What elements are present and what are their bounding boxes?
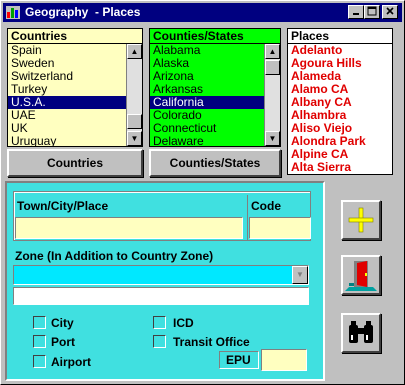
code-input[interactable] [249, 217, 311, 239]
close-icon [386, 7, 394, 15]
window-title: Geography - Places [25, 5, 141, 19]
states-scrollbar[interactable]: ▲ ▼ [264, 44, 280, 146]
exit-button[interactable] [341, 255, 381, 295]
epu-label: EPU [226, 353, 251, 367]
search-button[interactable] [341, 313, 381, 353]
icd-label: ICD [173, 316, 194, 330]
list-item[interactable]: Uruguay [8, 135, 126, 147]
exit-door-icon [345, 261, 377, 291]
scroll-down-icon[interactable]: ▼ [127, 131, 142, 146]
close-button[interactable] [382, 5, 398, 19]
scroll-up-icon[interactable]: ▲ [127, 44, 142, 59]
chevron-down-icon[interactable]: ▼ [292, 266, 308, 284]
place-details-panel: Town/City/Place Code Zone (In Addition t… [5, 181, 325, 381]
add-button[interactable] [341, 200, 381, 240]
maximize-icon [367, 6, 377, 16]
icd-checkbox[interactable] [153, 316, 166, 329]
title-bar: Geography - Places [3, 3, 402, 22]
maximize-button[interactable] [364, 5, 380, 19]
places-listbox[interactable]: Adelanto Agoura Hills Alameda Alamo CA Alban… [287, 43, 393, 175]
scroll-down-icon[interactable]: ▼ [265, 131, 280, 146]
scroll-thumb[interactable] [127, 114, 142, 129]
code-label: Code [251, 199, 281, 213]
minimize-button[interactable] [348, 5, 364, 19]
transit-office-label: Transit Office [173, 335, 250, 349]
binoculars-icon [349, 321, 373, 343]
places-list: Adelanto Agoura Hills Alameda Alamo CA Alban… [288, 44, 392, 174]
list-item[interactable]: Alta Sierra [288, 161, 392, 174]
scroll-up-icon[interactable]: ▲ [265, 44, 280, 59]
bar-chart-icon [6, 6, 20, 19]
zone-label: Zone (In Addition to Country Zone) [15, 249, 214, 263]
zone-text-input[interactable] [13, 287, 309, 305]
airport-checkbox[interactable] [33, 355, 46, 368]
geography-places-window: Geography - Places Countries Spain Sweden… [0, 0, 405, 385]
port-label: Port [51, 335, 75, 349]
states-button[interactable]: Counties/States [149, 149, 281, 177]
city-label: City [51, 316, 74, 330]
airport-label: Airport [51, 355, 91, 369]
transit-office-checkbox[interactable] [153, 335, 166, 348]
countries-list: Spain Sweden Switzerland Turkey U.S.A. UAE UK U… [8, 44, 126, 146]
city-checkbox[interactable] [33, 316, 46, 329]
port-checkbox[interactable] [33, 335, 46, 348]
places-header: Places [287, 28, 393, 44]
list-item[interactable]: Delaware [150, 135, 264, 147]
countries-button[interactable]: Countries [7, 149, 143, 177]
states-header: Counties/States [149, 28, 281, 44]
states-list: Alabama Alaska Arizona Arkansas California Co… [150, 44, 264, 146]
minimize-icon [353, 13, 359, 15]
countries-listbox[interactable]: Spain Sweden Switzerland Turkey U.S.A. UAE UK U… [7, 43, 143, 147]
plus-icon [348, 207, 374, 233]
countries-scrollbar[interactable]: ▲ ▼ [126, 44, 142, 146]
epu-input[interactable] [261, 349, 307, 371]
town-label: Town/City/Place [17, 199, 109, 213]
epu-label-box: EPU [219, 351, 259, 369]
scroll-thumb[interactable] [265, 60, 280, 75]
zone-select[interactable]: ▼ [13, 265, 309, 285]
town-input[interactable] [15, 217, 243, 239]
states-listbox[interactable]: Alabama Alaska Arizona Arkansas California Co… [149, 43, 281, 147]
countries-header: Countries [7, 28, 143, 44]
divider [247, 195, 248, 241]
